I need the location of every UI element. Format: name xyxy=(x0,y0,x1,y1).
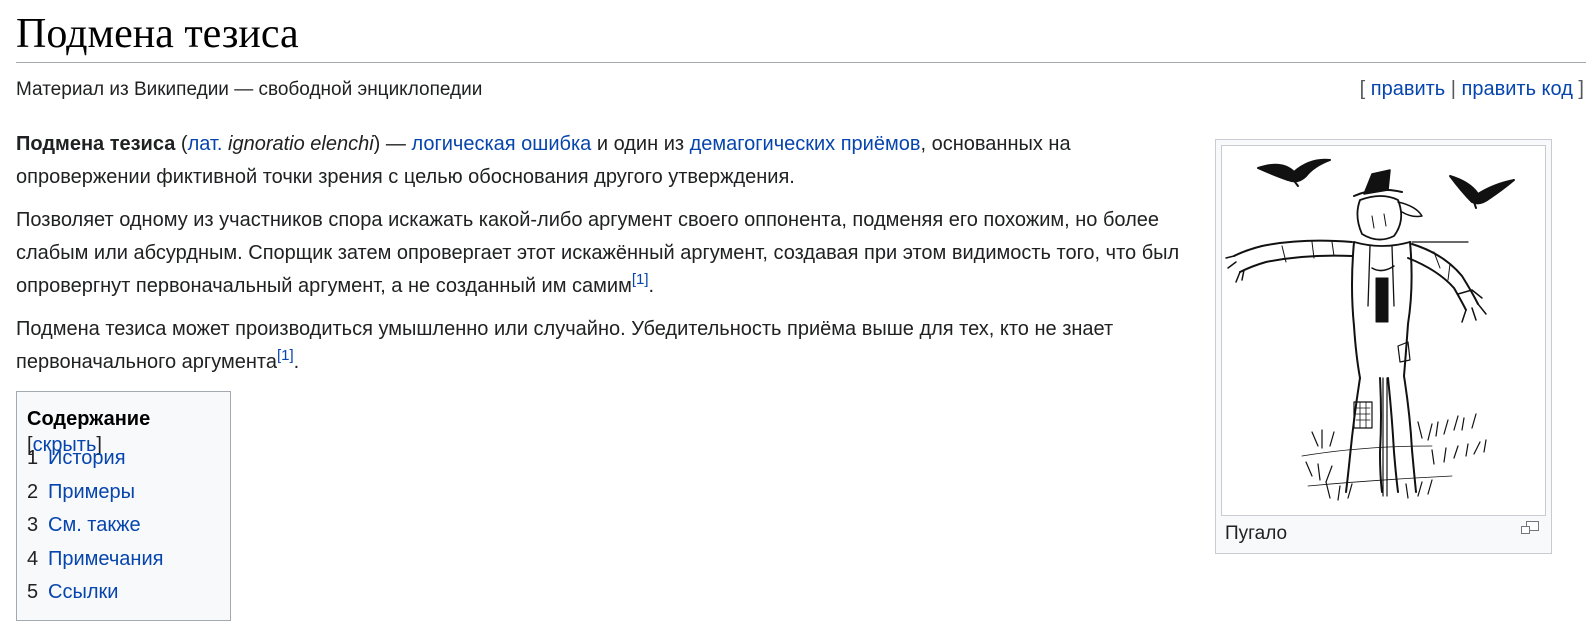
page-title: Подмена тезиса xyxy=(16,11,299,57)
intro-close-dash: ) — xyxy=(373,133,412,155)
toc-item-link-history[interactable]: История xyxy=(48,447,126,469)
intro-mid-text: и один из xyxy=(591,133,690,155)
paragraph-3: Подмена тезиса может производиться умышл… xyxy=(16,313,1186,379)
toc-item-number: 1 xyxy=(27,447,39,469)
toc-item-link-links[interactable]: Ссылки xyxy=(48,581,118,603)
latin-link[interactable]: лат. xyxy=(188,133,223,155)
logical-fallacy-link[interactable]: логическая ошибка xyxy=(411,133,591,155)
title-divider xyxy=(16,62,1586,63)
reference-link[interactable]: [1] xyxy=(632,271,649,288)
intro-open-paren: ( xyxy=(175,133,188,155)
scarecrow-image[interactable] xyxy=(1221,145,1546,516)
article-page: Подмена тезиса Материал из Википедии — с… xyxy=(0,0,1594,642)
site-tagline: Материал из Википедии — свободной энцикл… xyxy=(16,79,483,100)
toc-item-number: 5 xyxy=(27,581,39,603)
edit-separator: | xyxy=(1445,78,1462,100)
toc-item-number: 2 xyxy=(27,480,39,503)
toc-item: 2 Примеры xyxy=(27,476,163,510)
reference-link[interactable]: [1] xyxy=(277,347,294,364)
demagogic-techniques-link[interactable]: демагогических приёмов xyxy=(690,133,921,155)
table-of-contents: Содержание [скрыть] 1 История 2 Примеры 3С… xyxy=(16,391,231,621)
intro-term: Подмена тезиса xyxy=(16,133,176,155)
crow-right-icon xyxy=(1449,175,1515,209)
toc-item-link-examples[interactable]: Примеры xyxy=(48,481,135,503)
paragraph-3-text: Подмена тезиса может производиться умышл… xyxy=(16,318,1114,373)
thumbnail-figure: Пугало xyxy=(1215,139,1552,554)
paragraph-2: Позволяет одному из участников спора иск… xyxy=(16,204,1186,303)
paragraph-3-end: . xyxy=(293,351,300,373)
toc-item: 1 История xyxy=(27,442,163,476)
thumbnail-caption: Пугало xyxy=(1225,523,1288,544)
toc-list: 1 История 2 Примеры 3 См. также 4 Примечания… xyxy=(27,442,163,610)
toc-item: 3 См. также xyxy=(27,509,163,543)
edit-bracket-open: [ xyxy=(1359,78,1371,100)
toc-item-number: 4 xyxy=(27,547,39,570)
scarecrow-drawing xyxy=(1225,158,1515,501)
edit-links: [ править | править код ] xyxy=(1360,76,1584,102)
toc-item-number: 3 xyxy=(27,514,39,536)
edit-link[interactable]: править xyxy=(1371,78,1445,100)
toc-item: 5 Ссылки xyxy=(27,576,163,610)
magnify-icon[interactable] xyxy=(1521,521,1539,535)
edit-code-link[interactable]: править код xyxy=(1462,78,1573,100)
toc-item-link-notes[interactable]: Примечания xyxy=(48,548,163,570)
latin-term: ignoratio elenchi xyxy=(228,133,374,155)
edit-bracket-close: ] xyxy=(1572,78,1584,100)
toc-item-link-see-also[interactable]: См. также xyxy=(48,514,141,536)
crow-left-icon xyxy=(1257,158,1331,187)
toc-title: Содержание xyxy=(27,408,151,430)
paragraph-2-text: Позволяет одному из участников спора иск… xyxy=(16,209,1180,297)
article-body: Подмена тезиса (лат. ignoratio elenchi) … xyxy=(16,128,1186,389)
toc-item: 4 Примечания xyxy=(27,543,163,577)
paragraph-2-end: . xyxy=(648,275,655,297)
intro-paragraph: Подмена тезиса (лат. ignoratio elenchi) … xyxy=(16,128,1186,194)
